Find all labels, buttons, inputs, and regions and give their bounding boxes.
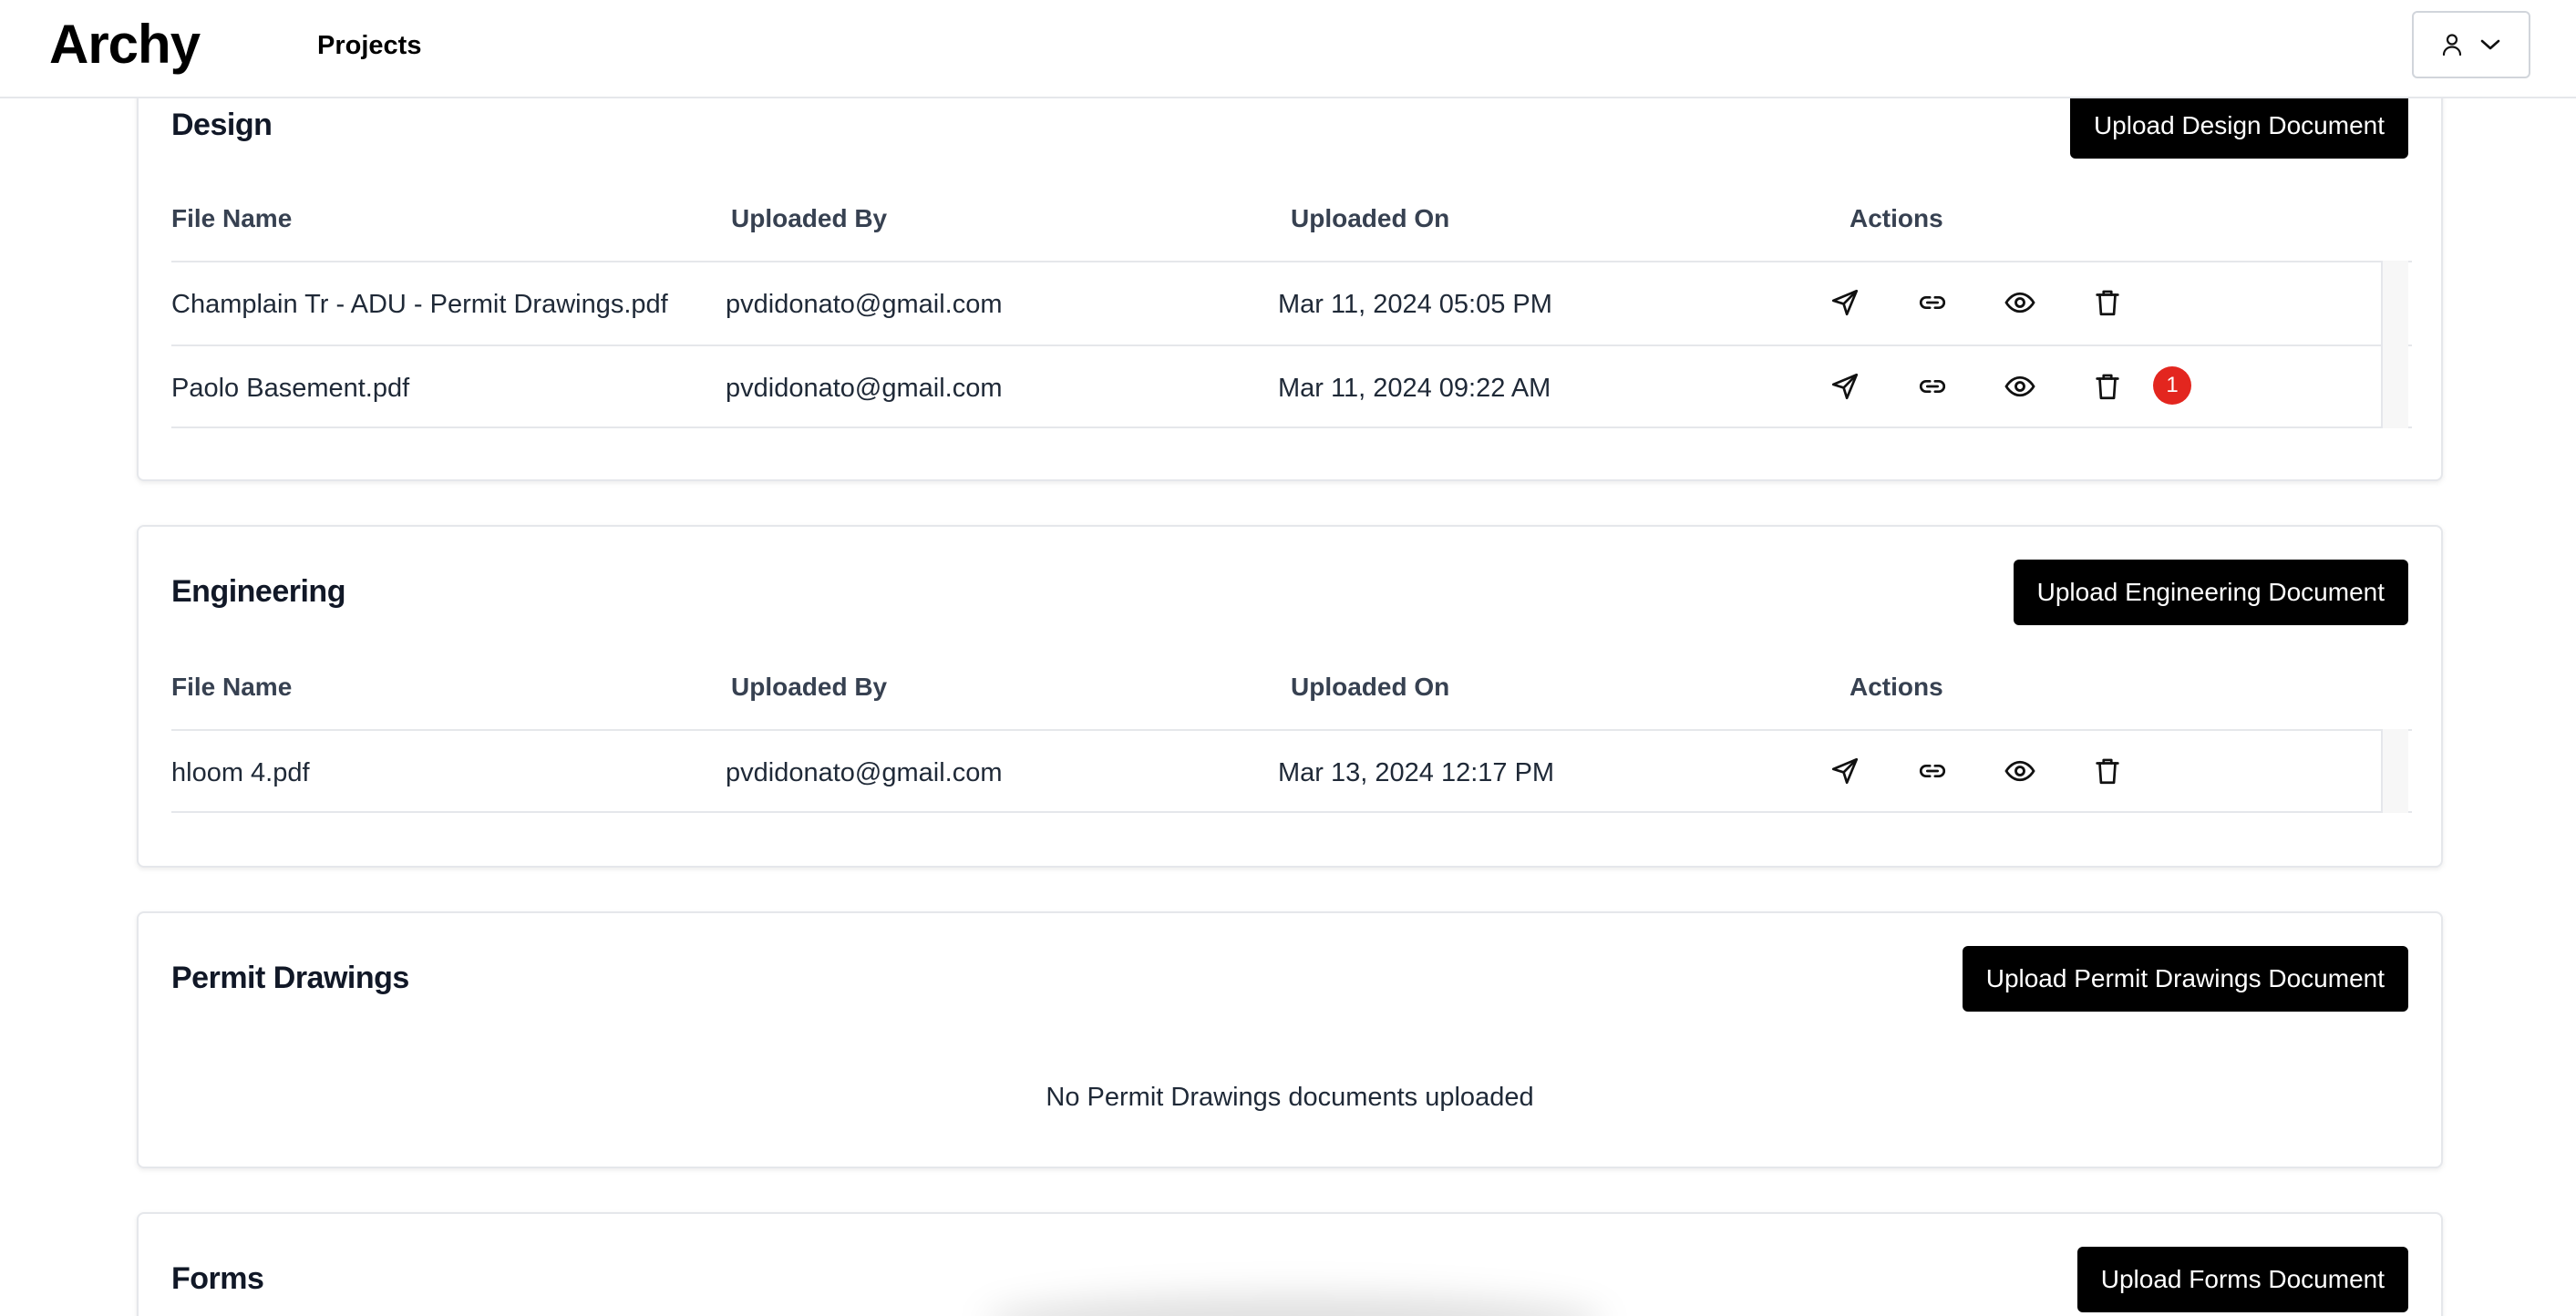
send-icon[interactable]: [1827, 368, 1863, 405]
chevron-down-icon: [2480, 39, 2500, 50]
uploaded-by: pvdidonato@gmail.com: [726, 374, 1003, 403]
table-scrollbar[interactable]: [2381, 261, 2408, 428]
upload-design-button[interactable]: Upload Design Document: [2069, 93, 2408, 159]
upload-engineering-button[interactable]: Upload Engineering Document: [2013, 560, 2408, 625]
uploaded-on: Mar 13, 2024 12:17 PM: [1278, 758, 1555, 787]
uploaded-by: pvdidonato@gmail.com: [726, 290, 1003, 319]
column-header-file-name: File Name: [171, 204, 293, 232]
column-header-uploaded-by: Uploaded By: [731, 673, 888, 701]
column-header-uploaded-on: Uploaded On: [1291, 673, 1450, 701]
column-header-file-name: File Name: [171, 673, 293, 701]
eye-icon[interactable]: [2002, 284, 2038, 321]
permit-drawings-section: Permit Drawings Upload Permit Drawings D…: [137, 911, 2443, 1168]
table-row: Paolo Basement.pdf pvdidonato@gmail.com …: [171, 344, 2412, 428]
file-name[interactable]: Paolo Basement.pdf: [171, 374, 409, 404]
table-scrollbar[interactable]: [2381, 729, 2408, 813]
user-icon: [2442, 34, 2462, 57]
engineering-section: Engineering Upload Engineering Document …: [137, 525, 2443, 868]
section-title: Forms: [171, 1261, 264, 1296]
section-title: Permit Drawings: [171, 961, 409, 995]
section-title: Engineering: [171, 574, 345, 609]
link-icon[interactable]: [1914, 284, 1951, 321]
column-header-actions: Actions: [1850, 204, 1943, 232]
eye-icon[interactable]: [2002, 753, 2038, 789]
section-title: Design: [171, 108, 273, 142]
table-row: Champlain Tr - ADU - Permit Drawings.pdf…: [171, 261, 2412, 344]
column-header-uploaded-on: Uploaded On: [1291, 204, 1450, 232]
empty-state-message: No Permit Drawings documents uploaded: [1046, 1083, 1534, 1112]
file-name[interactable]: Champlain Tr - ADU - Permit Drawings.pdf: [171, 290, 668, 320]
user-menu-button[interactable]: [2412, 11, 2530, 78]
column-header-actions: Actions: [1850, 673, 1943, 701]
table-row: hloom 4.pdf pvdidonato@gmail.com Mar 13,…: [171, 729, 2412, 813]
trash-icon[interactable]: [2089, 368, 2126, 405]
nav-projects-link[interactable]: Projects: [317, 31, 421, 61]
uploaded-on: Mar 11, 2024 09:22 AM: [1278, 374, 1551, 403]
trash-icon[interactable]: [2089, 284, 2126, 321]
comment-count-badge[interactable]: 1: [2153, 366, 2191, 405]
uploaded-on: Mar 11, 2024 05:05 PM: [1278, 290, 1552, 319]
top-navbar: Archy Projects: [0, 0, 2576, 98]
link-icon[interactable]: [1914, 753, 1951, 789]
uploaded-by: pvdidonato@gmail.com: [726, 758, 1003, 787]
design-section: Design Upload Design Document File Name …: [137, 51, 2443, 481]
eye-icon[interactable]: [2002, 368, 2038, 405]
send-icon[interactable]: [1827, 284, 1863, 321]
send-icon[interactable]: [1827, 753, 1863, 789]
column-header-uploaded-by: Uploaded By: [731, 204, 888, 232]
app-logo[interactable]: Archy: [49, 13, 201, 76]
link-icon[interactable]: [1914, 368, 1951, 405]
upload-forms-button[interactable]: Upload Forms Document: [2076, 1247, 2408, 1312]
file-name[interactable]: hloom 4.pdf: [171, 758, 310, 788]
upload-permit-drawings-button[interactable]: Upload Permit Drawings Document: [1962, 946, 2408, 1012]
trash-icon[interactable]: [2089, 753, 2126, 789]
